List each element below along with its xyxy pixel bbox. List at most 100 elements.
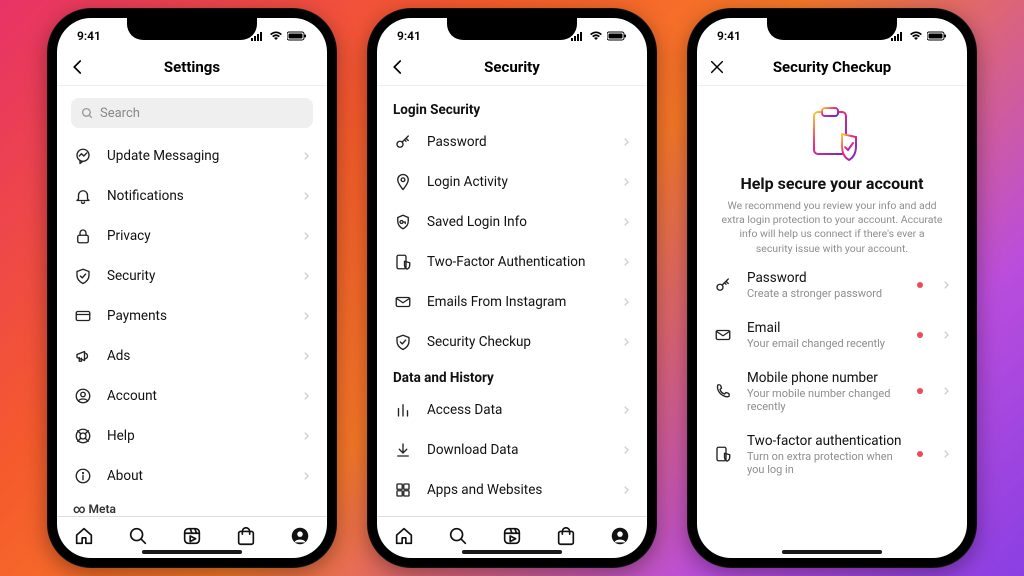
checkup-content: Help secure your account We recommend yo… bbox=[697, 86, 967, 558]
chevron-right-icon bbox=[301, 231, 311, 241]
alert-dot bbox=[917, 332, 923, 338]
key-icon bbox=[713, 275, 733, 295]
row-label: Apps and Websites bbox=[427, 482, 607, 498]
row-label: Saved Login Info bbox=[427, 214, 607, 230]
back-button[interactable] bbox=[69, 58, 87, 76]
tab-search[interactable] bbox=[127, 525, 149, 547]
row-ads[interactable]: Ads bbox=[57, 336, 327, 376]
row-password[interactable]: Password bbox=[377, 122, 647, 162]
twofa-icon bbox=[393, 252, 413, 272]
home-icon bbox=[73, 525, 95, 547]
key-icon bbox=[393, 132, 413, 152]
person-circle-icon bbox=[73, 386, 93, 406]
row-help[interactable]: Help bbox=[57, 416, 327, 456]
row-twofa[interactable]: Two-factor authentication Turn on extra … bbox=[697, 423, 967, 486]
status-indicators bbox=[251, 31, 307, 41]
settings-list: Search Update Messaging NotificationsPriv… bbox=[57, 86, 327, 516]
row-download-data[interactable]: Download Data bbox=[377, 430, 647, 470]
row-label: Emails From Instagram bbox=[427, 294, 607, 310]
row-about[interactable]: About bbox=[57, 456, 327, 496]
wifi-icon bbox=[909, 31, 923, 41]
tab-shop[interactable] bbox=[235, 525, 257, 547]
row-label: Download Data bbox=[427, 442, 607, 458]
pin-icon bbox=[393, 172, 413, 192]
tab-home[interactable] bbox=[73, 525, 95, 547]
row-login-activity[interactable]: Login Activity bbox=[377, 162, 647, 202]
status-indicators bbox=[891, 31, 947, 41]
row-notifications[interactable]: Notifications bbox=[57, 176, 327, 216]
shield-icon bbox=[73, 266, 93, 286]
row-two-factor[interactable]: Two-Factor Authentication bbox=[377, 242, 647, 282]
chevron-right-icon bbox=[621, 137, 631, 147]
row-apps-websites[interactable]: Apps and Websites bbox=[377, 470, 647, 510]
row-label: Mobile phone number bbox=[747, 370, 903, 386]
wifi-icon bbox=[269, 31, 283, 41]
tab-reels[interactable] bbox=[181, 525, 203, 547]
row-label: Login Activity bbox=[427, 174, 607, 190]
chevron-right-icon bbox=[621, 217, 631, 227]
chevron-right-icon bbox=[621, 257, 631, 267]
card-icon bbox=[73, 306, 93, 326]
tab-profile[interactable] bbox=[609, 525, 631, 547]
tab-home[interactable] bbox=[393, 525, 415, 547]
row-payments[interactable]: Payments bbox=[57, 296, 327, 336]
notch bbox=[447, 18, 577, 40]
row-label: Update Messaging bbox=[107, 148, 287, 164]
tab-reels[interactable] bbox=[501, 525, 523, 547]
row-security[interactable]: Security bbox=[57, 256, 327, 296]
row-emails[interactable]: Emails From Instagram bbox=[377, 282, 647, 322]
tab-shop[interactable] bbox=[555, 525, 577, 547]
shield-check-icon bbox=[393, 332, 413, 352]
row-security-checkup[interactable]: Security Checkup bbox=[377, 322, 647, 362]
alert-dot bbox=[917, 282, 923, 288]
chevron-right-icon bbox=[621, 445, 631, 455]
close-button[interactable] bbox=[709, 59, 725, 75]
hero-title: Help secure your account bbox=[721, 174, 943, 193]
row-label: Access Data bbox=[427, 402, 607, 418]
page-title: Security Checkup bbox=[773, 58, 891, 76]
row-label: Payments bbox=[107, 308, 287, 324]
row-label: Password bbox=[747, 270, 903, 286]
row-label: Help bbox=[107, 428, 287, 444]
wifi-icon bbox=[589, 31, 603, 41]
download-icon bbox=[393, 440, 413, 460]
search-input[interactable]: Search bbox=[71, 98, 313, 128]
row-privacy[interactable]: Privacy bbox=[57, 216, 327, 256]
tab-profile[interactable] bbox=[289, 525, 311, 547]
row-label: About bbox=[107, 468, 287, 484]
nav-bar: Security bbox=[377, 48, 647, 86]
page-title: Settings bbox=[164, 58, 220, 76]
row-password[interactable]: Password Create a stronger password bbox=[697, 260, 967, 310]
home-indicator[interactable] bbox=[142, 550, 242, 554]
tab-search[interactable] bbox=[447, 525, 469, 547]
section-header: Data and History bbox=[377, 362, 647, 390]
row-label: Password bbox=[427, 134, 607, 150]
nav-bar: Security Checkup bbox=[697, 48, 967, 86]
battery-icon bbox=[287, 31, 307, 41]
row-update-messaging[interactable]: Update Messaging bbox=[57, 136, 327, 176]
megaphone-icon bbox=[73, 346, 93, 366]
status-indicators bbox=[571, 31, 627, 41]
bell-icon bbox=[73, 186, 93, 206]
section-header: Login Security bbox=[377, 94, 647, 122]
row-email[interactable]: Email Your email changed recently bbox=[697, 310, 967, 360]
row-label: Security Checkup bbox=[427, 334, 607, 350]
chevron-right-icon bbox=[301, 191, 311, 201]
home-indicator[interactable] bbox=[462, 550, 562, 554]
back-button[interactable] bbox=[389, 58, 407, 76]
clipboard-shield-icon bbox=[802, 104, 862, 164]
chevron-right-icon bbox=[301, 431, 311, 441]
meta-logo: ∞ Meta bbox=[73, 502, 311, 516]
row-account[interactable]: Account bbox=[57, 376, 327, 416]
row-access-data[interactable]: Access Data bbox=[377, 390, 647, 430]
home-indicator[interactable] bbox=[782, 550, 882, 554]
chevron-right-icon bbox=[301, 391, 311, 401]
row-saved-login[interactable]: Saved Login Info bbox=[377, 202, 647, 242]
search-placeholder: Search bbox=[100, 106, 140, 121]
status-time: 9:41 bbox=[717, 29, 741, 43]
chevron-right-icon bbox=[621, 297, 631, 307]
row-label: Account bbox=[107, 388, 287, 404]
row-mobile[interactable]: Mobile phone number Your mobile number c… bbox=[697, 360, 967, 423]
row-label: Security bbox=[107, 268, 287, 284]
phone-security: 9:41 Security Login SecurityPasswordLogi… bbox=[367, 8, 657, 568]
